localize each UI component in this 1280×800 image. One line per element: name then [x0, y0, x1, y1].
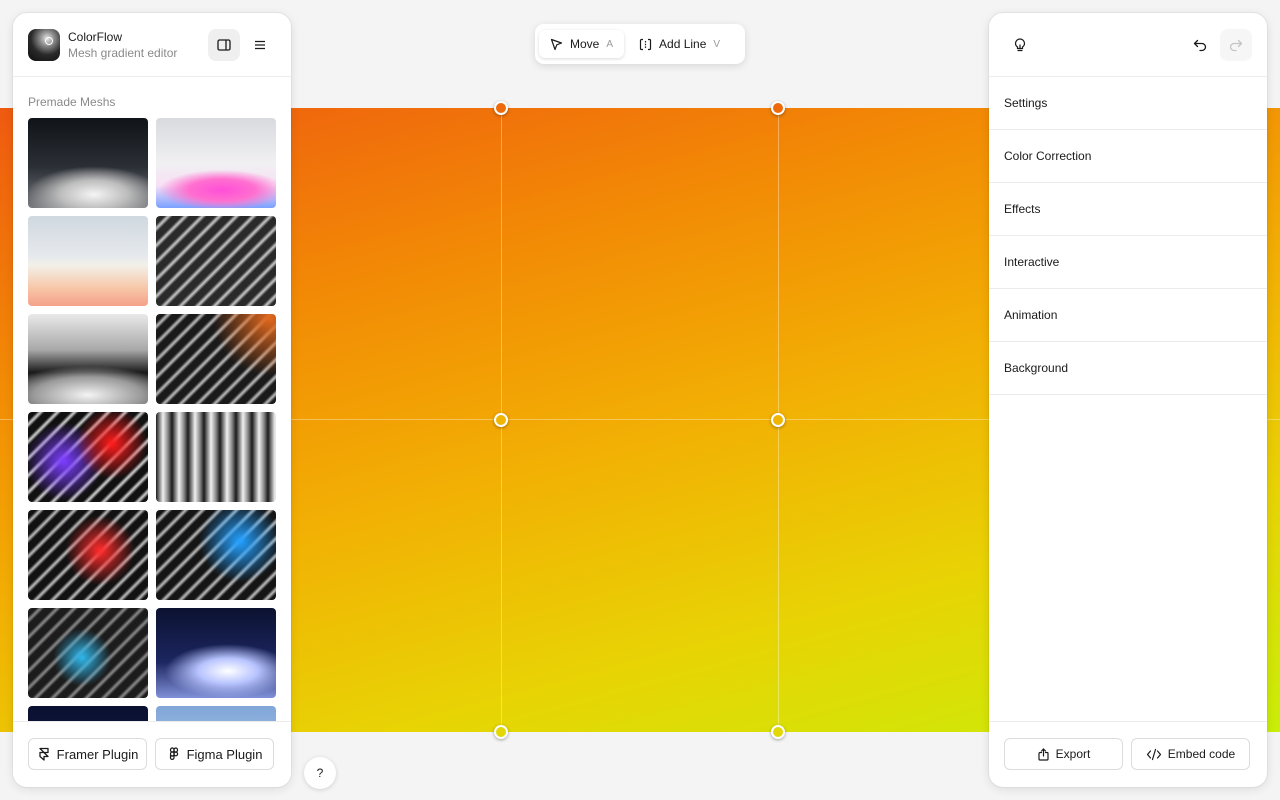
embed-code-button[interactable]: Embed code [1131, 738, 1250, 770]
preset-thumbnail[interactable] [28, 412, 148, 502]
code-icon [1146, 748, 1161, 760]
mesh-point-handle[interactable] [494, 725, 508, 739]
export-button[interactable]: Export [1004, 738, 1123, 770]
help-label: ? [316, 766, 324, 780]
app-header: ColorFlow Mesh gradient editor [13, 13, 291, 77]
lightbulb-icon [1014, 37, 1026, 51]
preset-thumbnail[interactable] [156, 314, 276, 404]
add-line-tool-button[interactable]: Add Line V [628, 30, 731, 58]
mesh-point-handle[interactable] [771, 725, 785, 739]
mesh-point-handle[interactable] [494, 413, 508, 427]
preset-thumbnail[interactable] [156, 510, 276, 600]
preset-thumbnail[interactable] [156, 118, 276, 208]
undo-button[interactable] [1184, 29, 1216, 61]
tool-bar: Move A Add Line V [535, 24, 745, 64]
sidebar-icon [217, 38, 231, 51]
properties-panel: Settings Color Correction Effects Interacti… [989, 13, 1267, 787]
preset-thumbnail[interactable] [156, 216, 276, 306]
move-tool-label: Move [570, 37, 600, 51]
section-label: Effects [1004, 202, 1041, 216]
toggle-sidebar-button[interactable] [208, 28, 240, 61]
add-line-shortcut: V [713, 38, 721, 50]
figma-plugin-label: Figma Plugin [186, 746, 263, 762]
mesh-point-handle[interactable] [494, 101, 508, 115]
section-animation[interactable]: Animation [989, 289, 1267, 342]
preset-thumbnail[interactable] [156, 608, 276, 698]
preset-thumbnail[interactable] [28, 706, 148, 722]
section-settings[interactable]: Settings [989, 77, 1267, 130]
app-subtitle: Mesh gradient editor [68, 45, 178, 60]
move-shortcut: A [606, 38, 614, 50]
framer-plugin-label: Framer Plugin [56, 746, 139, 762]
preset-thumbnail[interactable] [156, 706, 276, 722]
export-icon [1038, 747, 1049, 761]
section-label: Animation [1004, 308, 1058, 322]
section-color-correction[interactable]: Color Correction [989, 130, 1267, 183]
preset-thumbnail[interactable] [28, 314, 148, 404]
mesh-point-handle[interactable] [771, 413, 785, 427]
section-label: Background [1004, 361, 1069, 375]
figma-icon [169, 747, 178, 760]
export-footer: Export Embed code [989, 721, 1267, 787]
redo-button[interactable] [1220, 28, 1252, 61]
tips-button[interactable] [1004, 29, 1036, 61]
undo-icon [1193, 39, 1207, 51]
cursor-icon [550, 38, 563, 50]
section-label: Interactive [1004, 255, 1060, 269]
app-logo [28, 28, 60, 61]
help-button[interactable]: ? [304, 757, 336, 789]
preset-thumbnail[interactable] [28, 216, 148, 306]
property-sections: Settings Color Correction Effects Interacti… [989, 77, 1267, 395]
figma-plugin-button[interactable]: Figma Plugin [155, 738, 274, 770]
move-tool-button[interactable]: Move A [539, 30, 625, 58]
section-interactive[interactable]: Interactive [989, 236, 1267, 289]
app-name: ColorFlow [68, 29, 123, 44]
framer-icon [39, 747, 49, 761]
presets-panel: ColorFlow Mesh gradient editor Premade M… [13, 13, 291, 787]
section-label: Settings [1004, 96, 1048, 110]
framer-plugin-button[interactable]: Framer Plugin [28, 738, 147, 770]
section-background[interactable]: Background [989, 342, 1267, 395]
redo-icon [1229, 39, 1243, 51]
preset-thumbnail[interactable] [28, 608, 148, 698]
hamburger-icon [255, 40, 265, 49]
section-label: Color Correction [1004, 149, 1092, 163]
add-line-icon [639, 38, 652, 50]
add-line-tool-label: Add Line [659, 37, 707, 51]
embed-code-label: Embed code [1167, 747, 1236, 761]
plugin-footer: Framer Plugin Figma Plugin [13, 721, 291, 787]
preset-thumbnail[interactable] [156, 412, 276, 502]
mesh-point-handle[interactable] [771, 101, 785, 115]
preset-thumbnail[interactable] [28, 118, 148, 208]
preset-grid [13, 118, 291, 722]
preset-thumbnail[interactable] [28, 510, 148, 600]
export-label: Export [1055, 747, 1091, 761]
section-effects[interactable]: Effects [989, 183, 1267, 236]
section-title: Premade Meshs [28, 95, 116, 109]
menu-button[interactable] [244, 29, 276, 61]
properties-header [989, 13, 1267, 77]
